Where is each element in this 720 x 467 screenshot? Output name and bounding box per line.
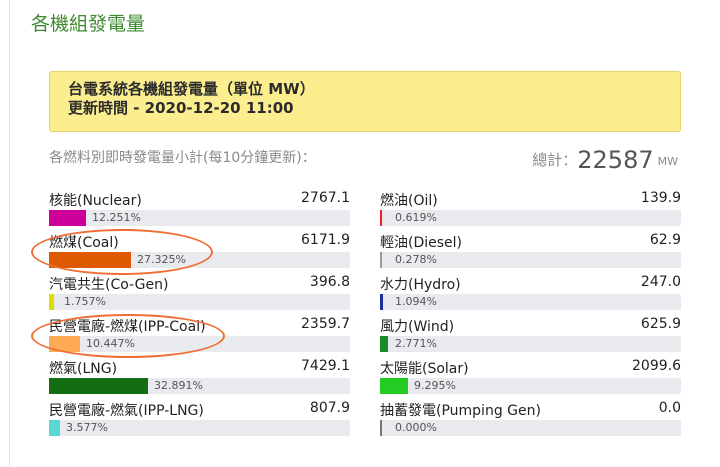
fuel-bar-fill	[49, 252, 131, 268]
banner-update-time: 更新時間 - 2020-12-20 11:00	[68, 99, 294, 117]
fuel-percent: 0.278%	[395, 253, 437, 266]
fuel-bar-fill	[49, 210, 86, 226]
fuel-percent: 0.619%	[395, 211, 437, 224]
fuel-bar-fill	[49, 378, 148, 394]
fuel-name: 民營電廠-燃氣(IPP-LNG)	[49, 403, 204, 419]
fuel-bar-track: 2.771%	[380, 336, 681, 352]
banner-title: 台電系統各機組發電量（單位 MW）	[68, 80, 315, 98]
fuel-value: 0.0	[658, 400, 681, 416]
fuel-bar-track: 3.577%	[49, 420, 350, 436]
fuel-item-solar: 太陽能(Solar) 2099.6 9.295%	[380, 358, 681, 401]
fuel-name: 汽電共生(Co-Gen)	[49, 277, 169, 293]
fuel-item-co-gen: 汽電共生(Co-Gen) 396.8 1.757%	[49, 274, 350, 317]
fuel-value: 2767.1	[301, 190, 350, 206]
fuel-percent: 0.000%	[395, 421, 437, 434]
fuel-bar-track: 9.295%	[380, 378, 681, 394]
fuel-value: 247.0	[640, 274, 681, 290]
fuel-item-ipp-lng: 民營電廠-燃氣(IPP-LNG) 807.9 3.577%	[49, 400, 350, 443]
fuel-item-nuclear: 核能(Nuclear) 2767.1 12.251%	[49, 190, 350, 233]
fuel-bar-fill	[380, 210, 382, 226]
total-generation: 總計：22587 MW	[532, 146, 678, 174]
fuel-value: 396.8	[309, 274, 350, 290]
fuel-name: 風力(Wind)	[380, 319, 455, 335]
fuel-name: 燃氣(LNG)	[49, 361, 118, 377]
page-title: 各機組發電量	[31, 13, 146, 35]
fuel-bar-fill	[380, 294, 383, 310]
fuel-bar-track: 10.447%	[49, 336, 350, 352]
fuel-bar-track: 12.251%	[49, 210, 350, 226]
total-unit: MW	[657, 155, 678, 168]
fuel-value: 807.9	[309, 400, 350, 416]
fuel-percent: 9.295%	[414, 379, 456, 392]
fuel-percent: 1.094%	[395, 295, 437, 308]
fuel-name: 太陽能(Solar)	[380, 361, 469, 377]
fuel-name: 水力(Hydro)	[380, 277, 461, 293]
fuel-bar-fill	[380, 378, 408, 394]
fuel-value: 2099.6	[632, 358, 681, 374]
fuel-bar-track: 32.891%	[49, 378, 350, 394]
fuel-bar-fill	[49, 294, 54, 310]
fuel-item-diesel: 輕油(Diesel) 62.9 0.278%	[380, 232, 681, 275]
fuel-value: 7429.1	[301, 358, 350, 374]
fuel-value: 625.9	[640, 316, 681, 332]
fuel-percent: 10.447%	[86, 337, 135, 350]
fuel-item-hydro: 水力(Hydro) 247.0 1.094%	[380, 274, 681, 317]
total-label: 總計：	[532, 151, 578, 169]
fuel-name: 民營電廠-燃煤(IPP-Coal)	[49, 319, 206, 335]
fuel-percent: 32.891%	[154, 379, 203, 392]
fuel-percent: 1.757%	[64, 295, 106, 308]
fuel-subtotal-caption: 各燃料別即時發電量小計(每10分鐘更新)：	[49, 150, 316, 166]
fuel-bar-fill	[380, 336, 388, 352]
fuel-name: 燃油(Oil)	[380, 193, 438, 209]
fuel-name: 輕油(Diesel)	[380, 235, 463, 251]
fuel-bar-fill	[49, 336, 80, 352]
fuel-value: 6171.9	[301, 232, 350, 248]
fuel-bar-track: 0.619%	[380, 210, 681, 226]
fuel-value: 62.9	[649, 232, 681, 248]
fuel-bar-track: 0.278%	[380, 252, 681, 268]
fuel-name: 抽蓄發電(Pumping Gen)	[380, 403, 541, 419]
fuel-item-pumping-gen: 抽蓄發電(Pumping Gen) 0.0 0.000%	[380, 400, 681, 443]
fuel-value: 2359.7	[301, 316, 350, 332]
fuel-item-oil: 燃油(Oil) 139.9 0.619%	[380, 190, 681, 233]
fuel-item-lng: 燃氣(LNG) 7429.1 32.891%	[49, 358, 350, 401]
fuel-bar-fill	[380, 252, 382, 268]
fuel-bar-fill	[49, 420, 60, 436]
page-left-border	[9, 0, 10, 467]
fuel-item-ipp-coal: 民營電廠-燃煤(IPP-Coal) 2359.7 10.447%	[49, 316, 350, 359]
fuel-percent: 12.251%	[92, 211, 141, 224]
fuel-item-wind: 風力(Wind) 625.9 2.771%	[380, 316, 681, 359]
fuel-item-coal: 燃煤(Coal) 6171.9 27.325%	[49, 232, 350, 275]
info-banner: 台電系統各機組發電量（單位 MW） 更新時間 - 2020-12-20 11:0…	[49, 71, 681, 132]
fuel-bar-fill	[380, 420, 382, 436]
total-value: 22587	[577, 146, 654, 174]
fuel-bar-track: 27.325%	[49, 252, 350, 268]
fuel-percent: 3.577%	[66, 421, 108, 434]
fuel-percent: 27.325%	[137, 253, 186, 266]
fuel-name: 核能(Nuclear)	[49, 193, 142, 209]
fuel-percent: 2.771%	[395, 337, 437, 350]
fuel-bar-track: 1.757%	[49, 294, 350, 310]
fuel-name: 燃煤(Coal)	[49, 235, 119, 251]
fuel-value: 139.9	[640, 190, 681, 206]
fuel-bar-track: 1.094%	[380, 294, 681, 310]
fuel-bar-track: 0.000%	[380, 420, 681, 436]
